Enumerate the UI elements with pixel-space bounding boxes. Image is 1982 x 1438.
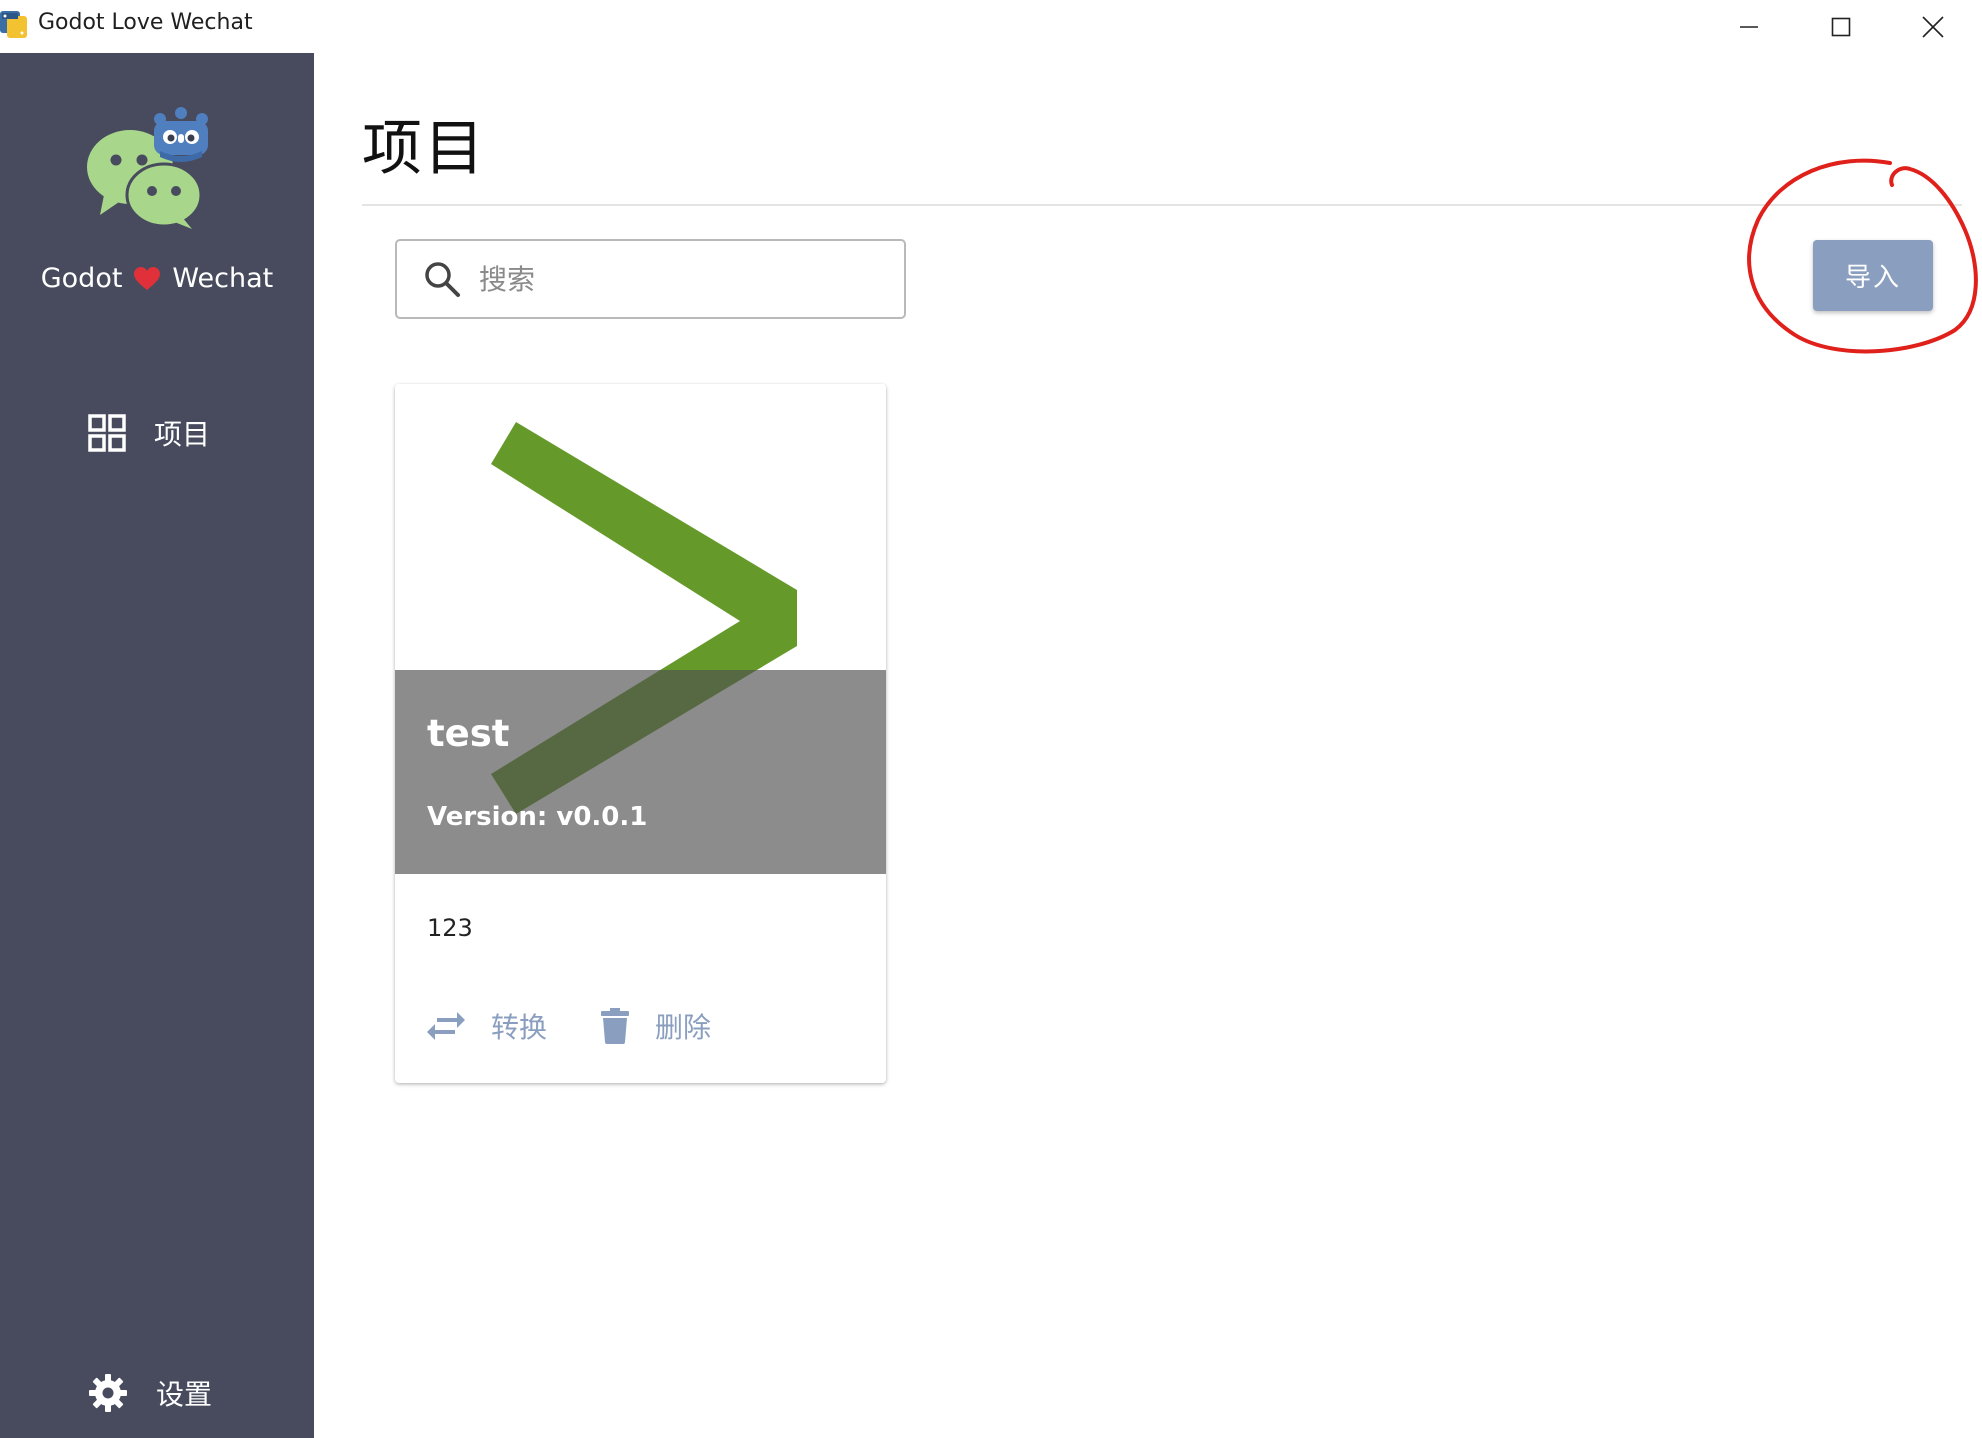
card-thumbnail: test Version: v0.0.1 [395, 384, 886, 874]
brand: Godot Wechat [0, 263, 314, 294]
maximize-icon [1831, 17, 1851, 36]
window-title: Godot Love Wechat [38, 10, 253, 35]
card-actions: 转换 删除 [427, 1006, 711, 1046]
brand-left: Godot [40, 263, 123, 294]
heart-icon [134, 266, 161, 290]
sidebar: Godot Wechat 项目 设置 [0, 53, 314, 1438]
page-title: 项目 [362, 114, 486, 184]
import-button[interactable]: 导入 [1813, 240, 1933, 311]
close-icon [1922, 15, 1944, 38]
sidebar-item-projects[interactable]: 项目 [88, 413, 210, 453]
convert-button[interactable]: 转换 [427, 1006, 547, 1046]
maximize-button[interactable] [1795, 0, 1887, 53]
swap-arrows-icon [427, 1012, 465, 1040]
card-version: Version: v0.0.1 [427, 802, 648, 832]
search-icon [425, 262, 460, 297]
minimize-icon [1740, 25, 1758, 28]
search-input[interactable] [479, 262, 879, 296]
close-button[interactable] [1887, 0, 1979, 53]
title-bar: Godot Love Wechat [0, 0, 1982, 53]
gear-icon [89, 1374, 127, 1412]
divider [362, 204, 1962, 206]
brand-right: Wechat [172, 263, 274, 294]
wechat-godot-logo [87, 107, 208, 229]
delete-button[interactable]: 删除 [601, 1006, 711, 1046]
minimize-button[interactable] [1703, 0, 1795, 53]
card-title: test [427, 712, 510, 755]
sidebar-item-label: 设置 [156, 1378, 213, 1411]
project-card[interactable]: test Version: v0.0.1 123 转换 删除 [395, 384, 886, 1083]
search-box[interactable] [395, 239, 906, 319]
card-description: 123 [427, 914, 473, 942]
card-overlay: test Version: v0.0.1 [395, 670, 886, 874]
sidebar-item-label: 项目 [154, 418, 211, 451]
grid-icon [88, 414, 126, 452]
convert-label: 转换 [491, 1011, 548, 1044]
trash-icon [601, 1008, 630, 1044]
python-icon [0, 11, 27, 38]
sidebar-item-settings[interactable]: 设置 [88, 1373, 212, 1413]
delete-label: 删除 [655, 1011, 712, 1044]
